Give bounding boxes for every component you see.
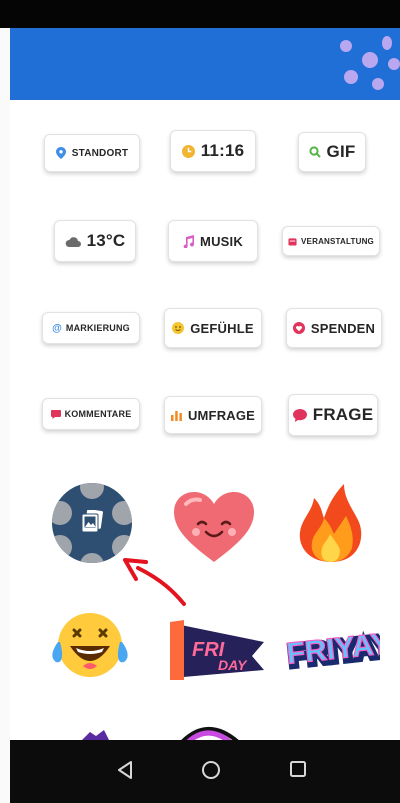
sticker-time-button[interactable]: 11:16 bbox=[170, 130, 256, 172]
friday-banner-icon[interactable]: FRI DAY bbox=[162, 616, 266, 682]
left-edge bbox=[0, 28, 10, 803]
decor-dot bbox=[52, 501, 72, 525]
clock-icon bbox=[181, 144, 195, 158]
smiling-heart-icon[interactable] bbox=[172, 490, 256, 564]
sticker-label: MARKIERUNG bbox=[65, 323, 130, 333]
sticker-label: KOMMENTARE bbox=[64, 409, 132, 419]
sticker-feelings-button[interactable]: GEFÜHLE bbox=[164, 308, 262, 348]
status-bar bbox=[0, 0, 400, 28]
sticker-donation-button[interactable]: SPENDEN bbox=[286, 308, 382, 348]
sticker-label: MUSIK bbox=[200, 233, 243, 249]
navigation-bar bbox=[10, 740, 400, 803]
sticker-label: VERANSTALTUNG bbox=[301, 236, 374, 246]
sticker-gif-button[interactable]: GIF bbox=[298, 132, 366, 172]
emoji-slider-icon bbox=[172, 322, 185, 334]
decor-dot bbox=[340, 40, 352, 52]
recents-icon[interactable] bbox=[289, 760, 307, 778]
friyay-text-icon[interactable]: FRIYAY! FRIYAY! bbox=[284, 612, 380, 678]
back-icon[interactable] bbox=[116, 760, 134, 780]
gallery-photo-icon bbox=[81, 510, 103, 533]
music-note-icon bbox=[183, 234, 195, 248]
sticker-question-button[interactable]: FRAGE bbox=[288, 394, 378, 436]
fire-icon[interactable] bbox=[296, 482, 366, 564]
home-icon[interactable] bbox=[201, 760, 221, 780]
sticker-label: GEFÜHLE bbox=[190, 320, 254, 336]
sticker-label: FRAGE bbox=[312, 405, 374, 424]
laughing-tears-icon[interactable] bbox=[50, 608, 130, 682]
decor-dot bbox=[80, 553, 104, 563]
comment-bubble-icon bbox=[50, 409, 61, 419]
story-background bbox=[10, 28, 400, 100]
sticker-label: SPENDEN bbox=[310, 320, 376, 336]
speech-bubble-icon bbox=[292, 408, 307, 422]
at-sign-icon: @ bbox=[52, 322, 62, 334]
decor-dot bbox=[344, 70, 358, 84]
partial-sticker-icon bbox=[180, 727, 240, 742]
sticker-label: UMFRAGE bbox=[187, 407, 256, 423]
decor-dot bbox=[388, 58, 400, 70]
cloud-icon bbox=[65, 236, 81, 247]
donation-icon bbox=[292, 322, 305, 334]
sticker-location-button[interactable]: STANDORT bbox=[44, 134, 140, 172]
decor-dot bbox=[372, 78, 384, 90]
sticker-comments-button[interactable]: KOMMENTARE bbox=[42, 398, 140, 430]
gallery-sticker-button[interactable] bbox=[52, 483, 132, 563]
sticker-label: STANDORT bbox=[71, 147, 129, 159]
calendar-icon bbox=[288, 237, 297, 246]
sticker-label: GIF bbox=[326, 142, 356, 161]
decor-dot bbox=[362, 52, 378, 68]
decor-dot bbox=[80, 483, 104, 499]
bar-chart-icon bbox=[170, 411, 182, 421]
sticker-event-button[interactable]: VERANSTALTUNG bbox=[282, 226, 380, 256]
sticker-label: 11:16 bbox=[200, 141, 245, 160]
sticker-mention-button[interactable]: @ MARKIERUNG bbox=[42, 312, 140, 344]
decor-dot bbox=[52, 535, 72, 559]
decor-dot bbox=[382, 36, 392, 50]
sticker-weather-button[interactable]: 13°C bbox=[54, 220, 136, 262]
sticker-music-button[interactable]: MUSIK bbox=[168, 220, 258, 262]
sticker-poll-button[interactable]: UMFRAGE bbox=[164, 396, 262, 434]
sticker-label: 13°C bbox=[86, 231, 126, 250]
decor-dot bbox=[112, 501, 132, 525]
friday-bottom-text: DAY bbox=[218, 657, 248, 673]
search-icon bbox=[308, 146, 321, 158]
location-pin-icon bbox=[55, 147, 66, 159]
